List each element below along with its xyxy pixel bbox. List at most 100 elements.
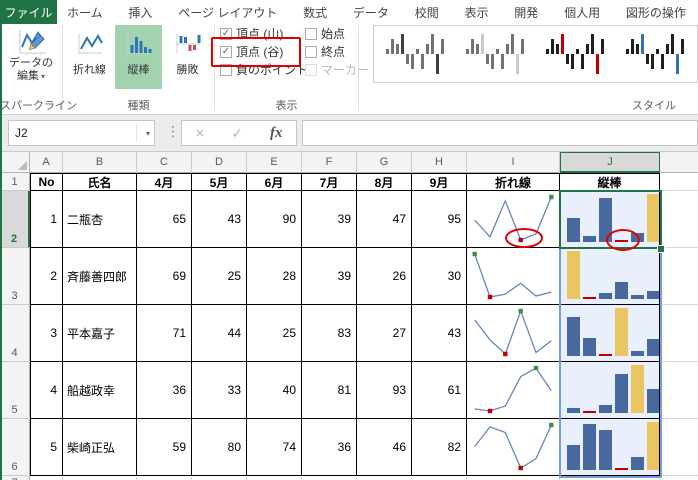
checkbox-high-point-box[interactable]: ✓ — [220, 27, 232, 40]
header-cell-6[interactable]: 7月 — [302, 173, 357, 191]
sparkline-style-preview-2[interactable] — [464, 31, 526, 77]
header-cell-2[interactable]: 氏名 — [63, 173, 137, 191]
row-header-2[interactable]: 2 — [0, 191, 30, 248]
cell-B5[interactable]: 船越政幸 — [63, 362, 137, 419]
cell-I5[interactable] — [467, 362, 560, 419]
cell-E3[interactable]: 28 — [247, 248, 302, 305]
cell-E2[interactable]: 90 — [247, 191, 302, 248]
cell-C6[interactable]: 59 — [137, 419, 192, 476]
header-cell-4[interactable]: 5月 — [192, 173, 247, 191]
cell-F2[interactable]: 39 — [302, 191, 357, 248]
cell-B3[interactable]: 斉藤善四郎 — [63, 248, 137, 305]
fill-handle[interactable] — [657, 245, 665, 253]
formula-input[interactable] — [302, 120, 698, 146]
column-header-F[interactable]: F — [302, 152, 357, 173]
cell-I4[interactable] — [467, 305, 560, 362]
row-header-3[interactable]: 3 — [0, 248, 30, 305]
ribbon-tab-6[interactable]: 校閲 — [415, 0, 439, 24]
cell-H5[interactable]: 61 — [412, 362, 467, 419]
cell-A5[interactable]: 4 — [30, 362, 63, 419]
ribbon-tab-3[interactable]: ページ レイアウト — [178, 0, 277, 24]
cell-D3[interactable]: 25 — [192, 248, 247, 305]
select-all-corner[interactable] — [0, 152, 30, 173]
sparkline-style-preview-4[interactable] — [624, 31, 686, 77]
cell-A2[interactable]: 1 — [30, 191, 63, 248]
column-header-G[interactable]: G — [357, 152, 412, 173]
header-cell-7[interactable]: 8月 — [357, 173, 412, 191]
cell-B6[interactable]: 柴崎正弘 — [63, 419, 137, 476]
cell-H6[interactable]: 82 — [412, 419, 467, 476]
row-header-7[interactable]: 7 — [0, 476, 30, 480]
cell-E5[interactable]: 40 — [247, 362, 302, 419]
cell-C2[interactable]: 65 — [137, 191, 192, 248]
cancel-icon[interactable]: × — [196, 125, 205, 142]
cell-E6[interactable]: 74 — [247, 419, 302, 476]
cell-F6[interactable]: 36 — [302, 419, 357, 476]
checkbox-negative-points-box[interactable] — [220, 63, 232, 76]
edit-data-button[interactable]: データの 編集 ▾ — [0, 24, 62, 83]
cell-D4[interactable]: 44 — [192, 305, 247, 362]
cell-H4[interactable]: 43 — [412, 305, 467, 362]
cell-A4[interactable]: 3 — [30, 305, 63, 362]
name-box[interactable]: J2 ▾ — [8, 120, 155, 146]
checkbox-low-point[interactable]: ✓ 頂点 (谷) — [220, 45, 308, 59]
cell-F4[interactable]: 83 — [302, 305, 357, 362]
cell-I6[interactable] — [467, 419, 560, 476]
cell-G3[interactable]: 26 — [357, 248, 412, 305]
column-header-A[interactable]: A — [30, 152, 63, 173]
ribbon-tab-5[interactable]: データ — [353, 0, 389, 24]
column-header-H[interactable]: H — [412, 152, 467, 173]
ribbon-tab-2[interactable]: 挿入 — [128, 0, 152, 24]
header-cell-3[interactable]: 4月 — [137, 173, 192, 191]
checkbox-low-point-box[interactable]: ✓ — [220, 45, 232, 58]
header-cell-1[interactable]: No — [30, 173, 63, 191]
cell-G6[interactable]: 46 — [357, 419, 412, 476]
cell-E4[interactable]: 25 — [247, 305, 302, 362]
cell-D2[interactable]: 43 — [192, 191, 247, 248]
cell-I2[interactable] — [467, 191, 560, 248]
cell-A6[interactable]: 5 — [30, 419, 63, 476]
enter-icon[interactable]: ✓ — [231, 125, 243, 142]
cell-J3[interactable] — [560, 248, 660, 305]
cell-A3[interactable]: 2 — [30, 248, 63, 305]
insert-function-icon[interactable]: fx — [270, 125, 283, 142]
cell-I3[interactable] — [467, 248, 560, 305]
cell-B2[interactable]: 二瓶杏 — [63, 191, 137, 248]
checkbox-high-point[interactable]: ✓ 頂点 (山) — [220, 27, 308, 41]
cell-D5[interactable]: 33 — [192, 362, 247, 419]
cell-H2[interactable]: 95 — [412, 191, 467, 248]
ribbon-tab-9[interactable]: 個人用 — [564, 0, 600, 24]
cell-F3[interactable]: 39 — [302, 248, 357, 305]
header-cell-10[interactable]: 縦棒 — [560, 173, 660, 191]
sparkline-style-preview-3[interactable] — [544, 31, 606, 77]
cell-J6[interactable] — [560, 419, 660, 476]
cell-J5[interactable] — [560, 362, 660, 419]
cell-B4[interactable]: 平本嘉子 — [63, 305, 137, 362]
cell-G4[interactable]: 27 — [357, 305, 412, 362]
cell-F5[interactable]: 81 — [302, 362, 357, 419]
cell-G5[interactable]: 93 — [357, 362, 412, 419]
checkbox-first-point-box[interactable] — [305, 27, 317, 40]
column-header-E[interactable]: E — [247, 152, 302, 173]
ribbon-tab-10[interactable]: 図形の操作 — [626, 0, 686, 24]
name-box-arrow-icon[interactable]: ▾ — [146, 129, 150, 138]
sparkline-style-preview-1[interactable] — [384, 31, 446, 77]
header-cell-5[interactable]: 6月 — [247, 173, 302, 191]
row-header-4[interactable]: 4 — [0, 305, 30, 362]
column-header-D[interactable]: D — [192, 152, 247, 173]
cell-J2[interactable] — [560, 191, 660, 248]
row-header-5[interactable]: 5 — [0, 362, 30, 419]
cell-H3[interactable]: 30 — [412, 248, 467, 305]
cell-J4[interactable] — [560, 305, 660, 362]
type-button-column[interactable]: 縦棒 — [115, 25, 162, 89]
column-header-B[interactable]: B — [63, 152, 137, 173]
row-header-1[interactable]: 1 — [0, 173, 30, 191]
file-tab[interactable]: ファイル — [0, 0, 57, 24]
cell-D6[interactable]: 80 — [192, 419, 247, 476]
cell-C5[interactable]: 36 — [137, 362, 192, 419]
type-button-line[interactable]: 折れ線 — [66, 25, 113, 89]
cell-C3[interactable]: 69 — [137, 248, 192, 305]
header-cell-8[interactable]: 9月 — [412, 173, 467, 191]
column-header-C[interactable]: C — [137, 152, 192, 173]
checkbox-last-point-box[interactable] — [305, 45, 317, 58]
